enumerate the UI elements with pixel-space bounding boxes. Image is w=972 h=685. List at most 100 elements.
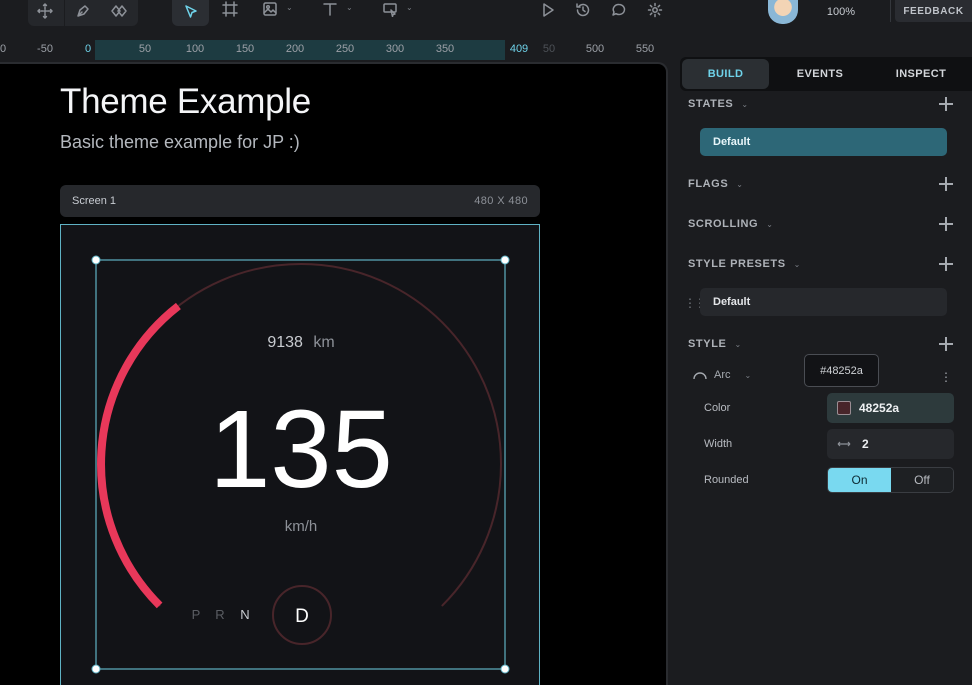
component-icon[interactable] <box>104 0 134 22</box>
width-field[interactable]: 2 <box>827 429 954 459</box>
arc-part-selector[interactable]: Arc ⌄ <box>692 369 751 381</box>
feedback-button[interactable]: FEEDBACK <box>895 0 972 22</box>
chevron-down-icon: ⌄ <box>734 339 742 349</box>
style-label: STYLE <box>688 338 727 350</box>
settings-gear-icon[interactable] <box>645 0 665 20</box>
ruler-tick-label: 50 <box>138 43 152 55</box>
ruler-tick-label: 300 <box>385 43 405 55</box>
rounded-label: Rounded <box>704 474 749 486</box>
gear-n: N <box>240 607 249 622</box>
rounded-on-option[interactable]: On <box>828 468 891 492</box>
zoom-level[interactable]: 100% <box>818 6 864 18</box>
gauge-value-arc <box>97 302 181 609</box>
color-label: Color <box>704 402 731 414</box>
more-options-icon[interactable]: ⋮ <box>940 370 952 384</box>
tab-inspect[interactable]: INSPECT <box>875 57 967 91</box>
design-canvas[interactable]: Theme Example Basic theme example for JP… <box>0 62 668 685</box>
screen-header[interactable]: Screen 1 480 X 480 <box>60 185 540 217</box>
preset-default-item[interactable]: Default <box>700 288 947 316</box>
mode-group <box>28 0 138 26</box>
image-tool-icon[interactable] <box>260 0 280 18</box>
ruler-tick-label: 500 <box>585 43 605 55</box>
screen-dimensions: 480 X 480 <box>474 195 528 207</box>
cursor-icon <box>182 3 200 21</box>
state-default-button[interactable]: Default <box>700 128 947 156</box>
style-section-header[interactable]: STYLE ⌄ <box>688 338 742 350</box>
style-presets-label: STYLE PRESETS <box>688 258 786 270</box>
chevron-down-icon: ⌄ <box>744 370 752 380</box>
select-tool-button[interactable] <box>172 0 209 26</box>
screen-name: Screen 1 <box>72 195 117 207</box>
color-tooltip: #48252a <box>804 354 879 387</box>
svg-text:9138 km: 9138 km <box>267 334 334 351</box>
flags-label: FLAGS <box>688 178 729 190</box>
ruler-tick-label: 0 <box>84 43 92 55</box>
page-subtitle: Basic theme example for JP :) <box>60 132 300 152</box>
speed-unit: km/h <box>285 518 318 535</box>
history-icon[interactable] <box>573 0 593 20</box>
pen-icon[interactable] <box>68 0 98 22</box>
add-style-plus-icon[interactable] <box>938 336 954 352</box>
speed-value: 135 <box>209 388 393 511</box>
add-state-plus-icon[interactable] <box>938 96 954 112</box>
color-field[interactable]: 48252a <box>827 393 954 423</box>
states-label: STATES <box>688 98 734 110</box>
ruler-tick-label: -50 <box>37 43 53 55</box>
add-flag-plus-icon[interactable] <box>938 176 954 192</box>
color-value: 48252a <box>859 401 900 415</box>
image-tool-chevron-icon[interactable]: ⌄ <box>286 3 293 12</box>
toolbar-divider <box>890 0 891 22</box>
horizontal-ruler: 0 -50 0 50 100 150 200 250 300 350 409 50 500 550 <box>0 40 668 60</box>
width-label: Width <box>704 438 733 450</box>
text-tool-icon[interactable] <box>320 0 340 18</box>
ruler-tick-label: 200 <box>285 43 305 55</box>
chevron-down-icon: ⌄ <box>736 179 744 189</box>
scrolling-label: SCROLLING <box>688 218 759 230</box>
comment-icon[interactable] <box>609 0 629 20</box>
chevron-down-icon: ⌄ <box>741 99 749 109</box>
resize-handle-top-right[interactable] <box>500 255 510 265</box>
scrolling-section-header[interactable]: SCROLLING ⌄ <box>688 218 774 230</box>
ruler-tick-label: 550 <box>635 43 655 55</box>
panel-tabs: BUILD EVENTS INSPECT <box>680 57 972 91</box>
resize-handle-top-left[interactable] <box>91 255 101 265</box>
move-mode-icon[interactable] <box>30 0 60 22</box>
gear-r: R <box>215 607 224 622</box>
user-avatar[interactable] <box>768 0 798 24</box>
add-style-preset-plus-icon[interactable] <box>938 256 954 272</box>
widget-tool-chevron-icon[interactable]: ⌄ <box>406 3 413 12</box>
states-section-header[interactable]: STATES ⌄ <box>688 98 749 110</box>
screen-frame[interactable]: 9138 km 135 km/h P R N D <box>60 224 540 685</box>
color-swatch[interactable] <box>837 401 851 415</box>
arc-label: Arc <box>714 369 731 381</box>
style-presets-section-header[interactable]: STYLE PRESETS ⌄ <box>688 258 801 270</box>
odometer-unit: km <box>313 334 334 351</box>
width-value: 2 <box>862 437 869 451</box>
ruler-tick-label: 50 <box>542 43 556 55</box>
page-title: Theme Example <box>60 82 311 121</box>
resize-horizontal-icon <box>837 441 851 447</box>
frame-tool-icon[interactable] <box>220 0 240 18</box>
flags-section-header[interactable]: FLAGS ⌄ <box>688 178 744 190</box>
properties-panel: BUILD EVENTS INSPECT STATES ⌄ Default FL… <box>670 40 972 685</box>
tab-build[interactable]: BUILD <box>682 59 769 89</box>
add-scrolling-plus-icon[interactable] <box>938 216 954 232</box>
speedometer-widget[interactable]: 9138 km 135 km/h P R N D <box>61 225 541 685</box>
play-icon[interactable] <box>538 0 558 20</box>
gear-p: P <box>192 607 201 622</box>
resize-handle-bottom-left[interactable] <box>91 664 101 674</box>
top-toolbar: ⌄ ⌄ ⌄ 100% FEEDBACK <box>0 0 972 40</box>
rounded-toggle: On Off <box>827 467 954 493</box>
widget-tool-icon[interactable] <box>380 0 400 18</box>
text-tool-chevron-icon[interactable]: ⌄ <box>346 3 353 12</box>
ruler-tick-label: 0 <box>0 43 7 55</box>
chevron-down-icon: ⌄ <box>766 219 774 229</box>
ruler-tick-label: 250 <box>335 43 355 55</box>
ruler-tick-label: 350 <box>435 43 455 55</box>
rounded-off-option[interactable]: Off <box>891 468 953 492</box>
ruler-tick-label: 409 <box>509 43 529 55</box>
odometer-value: 9138 <box>267 334 303 351</box>
tab-events[interactable]: EVENTS <box>775 57 865 91</box>
resize-handle-bottom-right[interactable] <box>500 664 510 674</box>
ruler-tick-label: 100 <box>185 43 205 55</box>
